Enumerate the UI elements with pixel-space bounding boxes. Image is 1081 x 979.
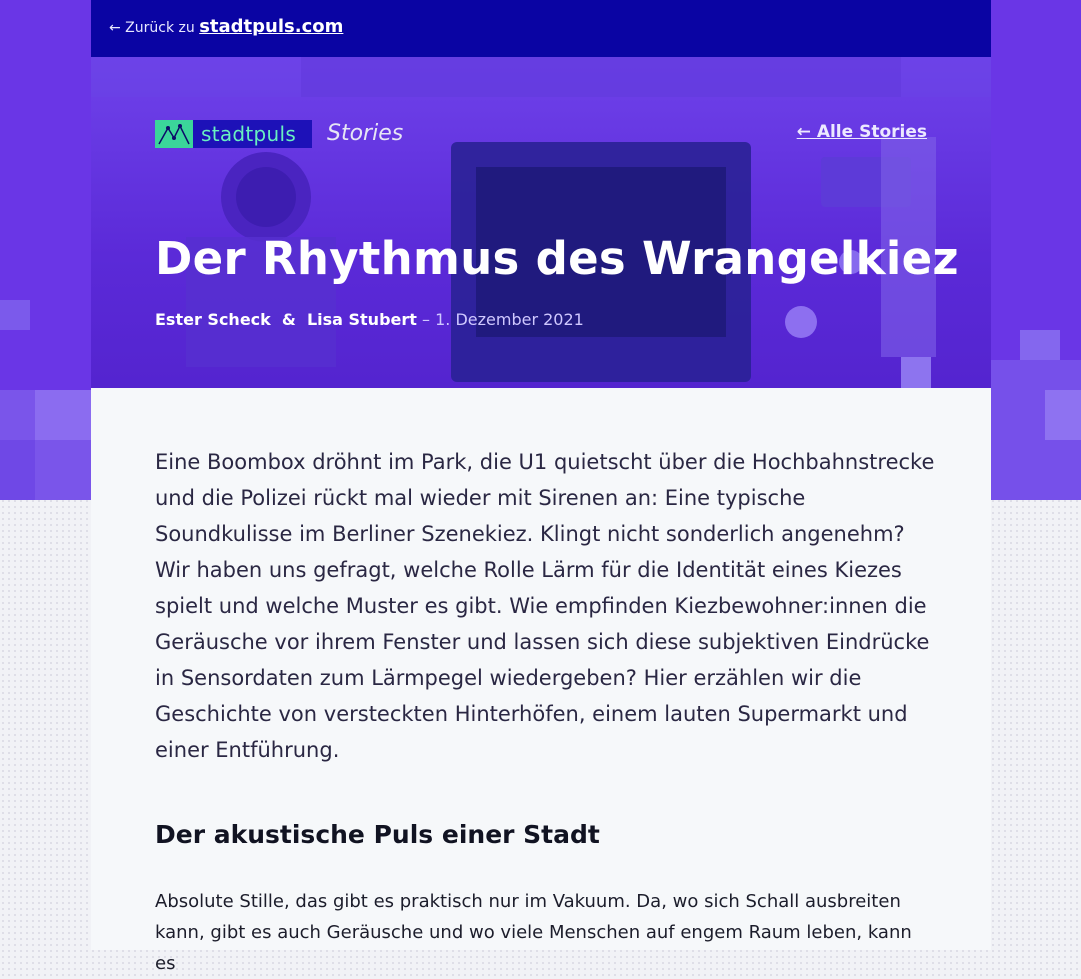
back-prefix: ← Zurück zu — [109, 20, 195, 36]
back-link[interactable]: ← Zurück zu stadtpuls.com — [109, 16, 343, 37]
logo[interactable]: stadtpuls — [155, 120, 312, 148]
section-heading: Der akustische Puls einer Stadt — [155, 820, 600, 849]
publish-date: – 1. Dezember 2021 — [422, 310, 584, 329]
section-paragraph: Absolute Stille, das gibt es praktisch n… — [155, 891, 912, 974]
author-link[interactable]: Lisa Stubert — [307, 310, 417, 329]
article-intro: Eine Boombox dröhnt im Park, die U1 quie… — [155, 450, 935, 762]
author-link[interactable]: Ester Scheck — [155, 310, 271, 329]
article-title: Der Rhythmus des Wrangelkiez — [155, 232, 959, 285]
article-content: Eine Boombox dröhnt im Park, die U1 quie… — [91, 388, 991, 974]
stadtpuls-logo-icon — [155, 120, 193, 148]
top-bar: ← Zurück zu stadtpuls.com — [91, 0, 991, 57]
back-site-link[interactable]: stadtpuls.com — [199, 16, 343, 37]
author-separator: & — [281, 310, 296, 329]
circuit-board-image — [91, 57, 991, 388]
all-stories-link[interactable]: ← Alle Stories — [797, 122, 927, 142]
logo-text: stadtpuls — [201, 122, 297, 146]
section-label: Stories — [327, 121, 404, 146]
byline: Ester Scheck & Lisa Stubert – 1. Dezembe… — [155, 310, 584, 329]
hero-image — [91, 57, 991, 388]
